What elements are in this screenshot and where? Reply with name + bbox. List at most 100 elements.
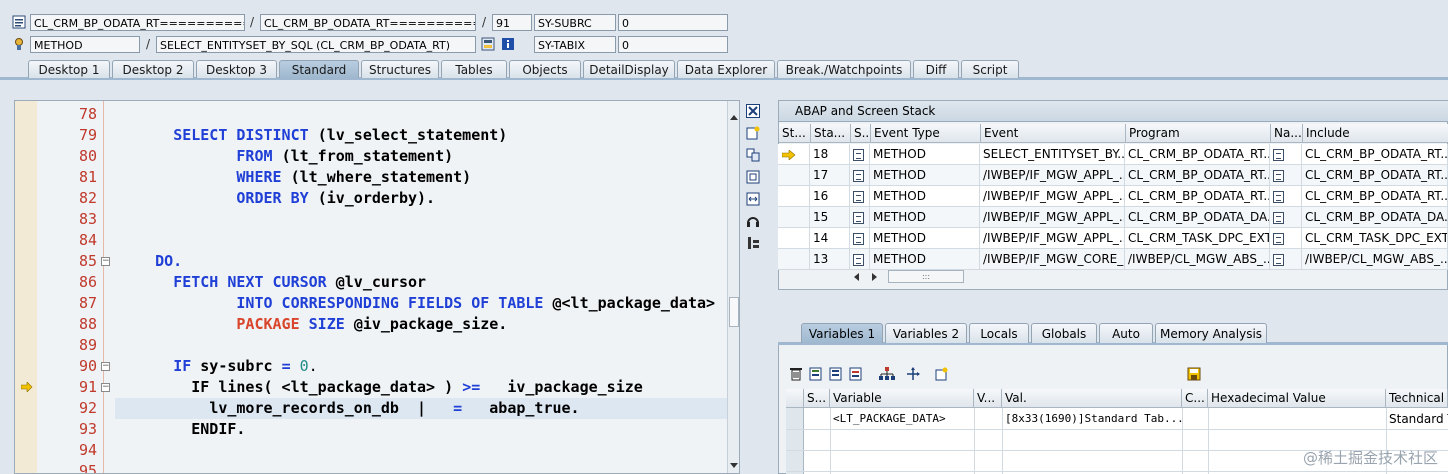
maximize-icon[interactable]	[746, 170, 762, 186]
source-doc-icon[interactable]	[1270, 207, 1302, 228]
event-field[interactable]: SELECT_ENTITYSET_BY_SQL (CL_CRM_BP_ODATA…	[156, 36, 476, 53]
col-header[interactable]: Na...	[1271, 124, 1303, 143]
method-icon	[850, 186, 870, 207]
tab-data-explorer[interactable]: Data Explorer	[677, 60, 775, 78]
line-number: 82	[78, 189, 97, 207]
stack-cell-event: /IWBEP/IF_MGW_APPL_...	[980, 165, 1125, 186]
scroll-thumb[interactable]	[729, 297, 739, 327]
scroll-left-icon[interactable]	[854, 273, 859, 281]
breakpoint-gutter[interactable]	[15, 101, 37, 473]
code-line: WHERE (lt_where_statement)	[236, 168, 472, 186]
program-field[interactable]: CL_CRM_BP_ODATA_RT===========...	[30, 14, 245, 31]
new-tool-icon[interactable]	[746, 126, 762, 142]
settings-icon[interactable]	[746, 236, 762, 252]
stack-cell-include: CL_CRM_TASK_DPC_EXT...	[1302, 228, 1448, 249]
source-doc-icon[interactable]	[1270, 228, 1302, 249]
col-header[interactable]: Sta...	[811, 124, 851, 143]
tab-variables-2[interactable]: Variables 2	[885, 323, 967, 343]
current-line-arrow-icon	[20, 381, 33, 395]
source-code-editor[interactable]: 78 79 80 81 82 83 84 85 86 87 88 89 90 9…	[14, 100, 740, 474]
fold-toggle-icon[interactable]: −	[101, 257, 110, 266]
tab-locals[interactable]: Locals	[969, 323, 1029, 343]
code-vertical-scrollbar[interactable]	[727, 101, 739, 473]
scroll-down-icon[interactable]	[730, 463, 738, 468]
col-header[interactable]: Event	[981, 124, 1126, 143]
tab-tables[interactable]: Tables	[441, 60, 507, 78]
services-icon[interactable]	[746, 214, 762, 230]
var-value-field-2[interactable]: 0	[618, 36, 728, 53]
code-line: FETCH NEXT CURSOR @lv_cursor	[173, 273, 427, 291]
code-line: lv_more_records_on_db | = abap_true.	[209, 399, 580, 417]
fold-toggle-icon[interactable]: −	[101, 362, 110, 371]
stack-cell-level: 15	[810, 207, 850, 228]
tab-auto[interactable]: Auto	[1099, 323, 1153, 343]
var-name-field-2[interactable]: SY-TABIX	[534, 36, 616, 53]
source-doc-icon[interactable]	[1270, 165, 1302, 186]
tab-desktop-2[interactable]: Desktop 2	[112, 60, 194, 78]
tab-detaildisplay[interactable]: DetailDisplay	[583, 60, 675, 78]
variable-name-cell[interactable]: <LT_PACKAGE_DATA>	[833, 410, 946, 428]
col-header[interactable]: St...	[779, 124, 811, 143]
col-header[interactable]: Event Type	[871, 124, 981, 143]
tab-globals[interactable]: Globals	[1031, 323, 1097, 343]
hierarchy-icon[interactable]	[879, 367, 895, 384]
tab-desktop-1[interactable]: Desktop 1	[28, 60, 110, 78]
tab-break-watchpoints[interactable]: Break./Watchpoints	[777, 60, 911, 78]
scroll-thumb[interactable]: :::	[888, 270, 964, 283]
tab-desktop-3[interactable]: Desktop 3	[196, 60, 277, 78]
export-icon[interactable]	[829, 367, 843, 384]
tab-diff[interactable]: Diff	[913, 60, 959, 78]
swap-icon[interactable]	[746, 192, 762, 208]
stack-cell-event: /IWBEP/IF_MGW_CORE_...	[980, 249, 1125, 270]
var-col-header[interactable]: Hexadecimal Value	[1208, 389, 1386, 408]
scroll-up-icon[interactable]	[730, 115, 738, 120]
var-col-header[interactable]: V...	[974, 389, 1002, 408]
code-line: IF sy-subrc = 0.	[173, 357, 318, 375]
tab-objects[interactable]: Objects	[509, 60, 581, 78]
tab-script[interactable]: Script	[961, 60, 1019, 78]
var-col-header[interactable]: S...	[804, 389, 830, 408]
replace-tool-icon[interactable]	[746, 148, 762, 164]
method-icon	[850, 207, 870, 228]
tab-variables-1[interactable]: Variables 1	[801, 323, 883, 343]
delete-icon[interactable]	[789, 367, 803, 384]
open-list-icon[interactable]	[849, 367, 863, 384]
stack-cell-type: METHOD	[870, 207, 980, 228]
line-number: 94	[78, 441, 97, 459]
include-field[interactable]: CL_CRM_BP_ODATA_RT===========...	[260, 14, 476, 31]
stack-cell-status	[778, 249, 810, 270]
navigate-icon[interactable]	[905, 367, 921, 384]
var-col-header[interactable]: C...	[1182, 389, 1208, 408]
line-field[interactable]: 91	[492, 14, 532, 31]
stack-title: ABAP and Screen Stack	[795, 104, 936, 118]
row-selector[interactable]	[786, 408, 804, 474]
info-icon[interactable]	[501, 37, 515, 51]
source-doc-icon[interactable]	[1270, 144, 1302, 165]
program-icon	[12, 15, 26, 29]
new-window-icon[interactable]	[935, 367, 949, 384]
save-icon[interactable]	[1187, 367, 1201, 384]
col-header[interactable]: Include	[1303, 124, 1448, 143]
event-type-field[interactable]: METHOD	[30, 36, 140, 53]
fold-toggle-icon[interactable]: −	[101, 383, 110, 392]
display-source-icon[interactable]	[481, 37, 495, 51]
variable-value-cell[interactable]: [8x33(1690)]Standard Tab...	[1005, 410, 1184, 428]
col-header[interactable]: S...	[851, 124, 871, 143]
line-number: 83	[78, 210, 97, 228]
col-header[interactable]: Program	[1126, 124, 1271, 143]
source-doc-icon[interactable]	[1270, 186, 1302, 207]
var-col-header[interactable]: Variable	[830, 389, 974, 408]
var-col-header[interactable]: Val.	[1002, 389, 1182, 408]
import-icon[interactable]	[809, 367, 823, 384]
source-doc-icon[interactable]	[1270, 249, 1302, 270]
close-icon[interactable]	[746, 104, 762, 120]
var-col-header[interactable]	[786, 389, 804, 408]
scroll-right-icon[interactable]	[872, 273, 877, 281]
tab-standard[interactable]: Standard	[279, 60, 359, 78]
stack-horizontal-scrollbar[interactable]: :::	[854, 270, 966, 284]
var-col-header[interactable]: Technical T	[1386, 389, 1448, 408]
var-name-field-1[interactable]: SY-SUBRC	[534, 14, 616, 31]
tab-memory-analysis[interactable]: Memory Analysis	[1155, 323, 1267, 343]
tab-structures[interactable]: Structures	[361, 60, 439, 78]
var-value-field-1[interactable]: 0	[618, 14, 728, 31]
